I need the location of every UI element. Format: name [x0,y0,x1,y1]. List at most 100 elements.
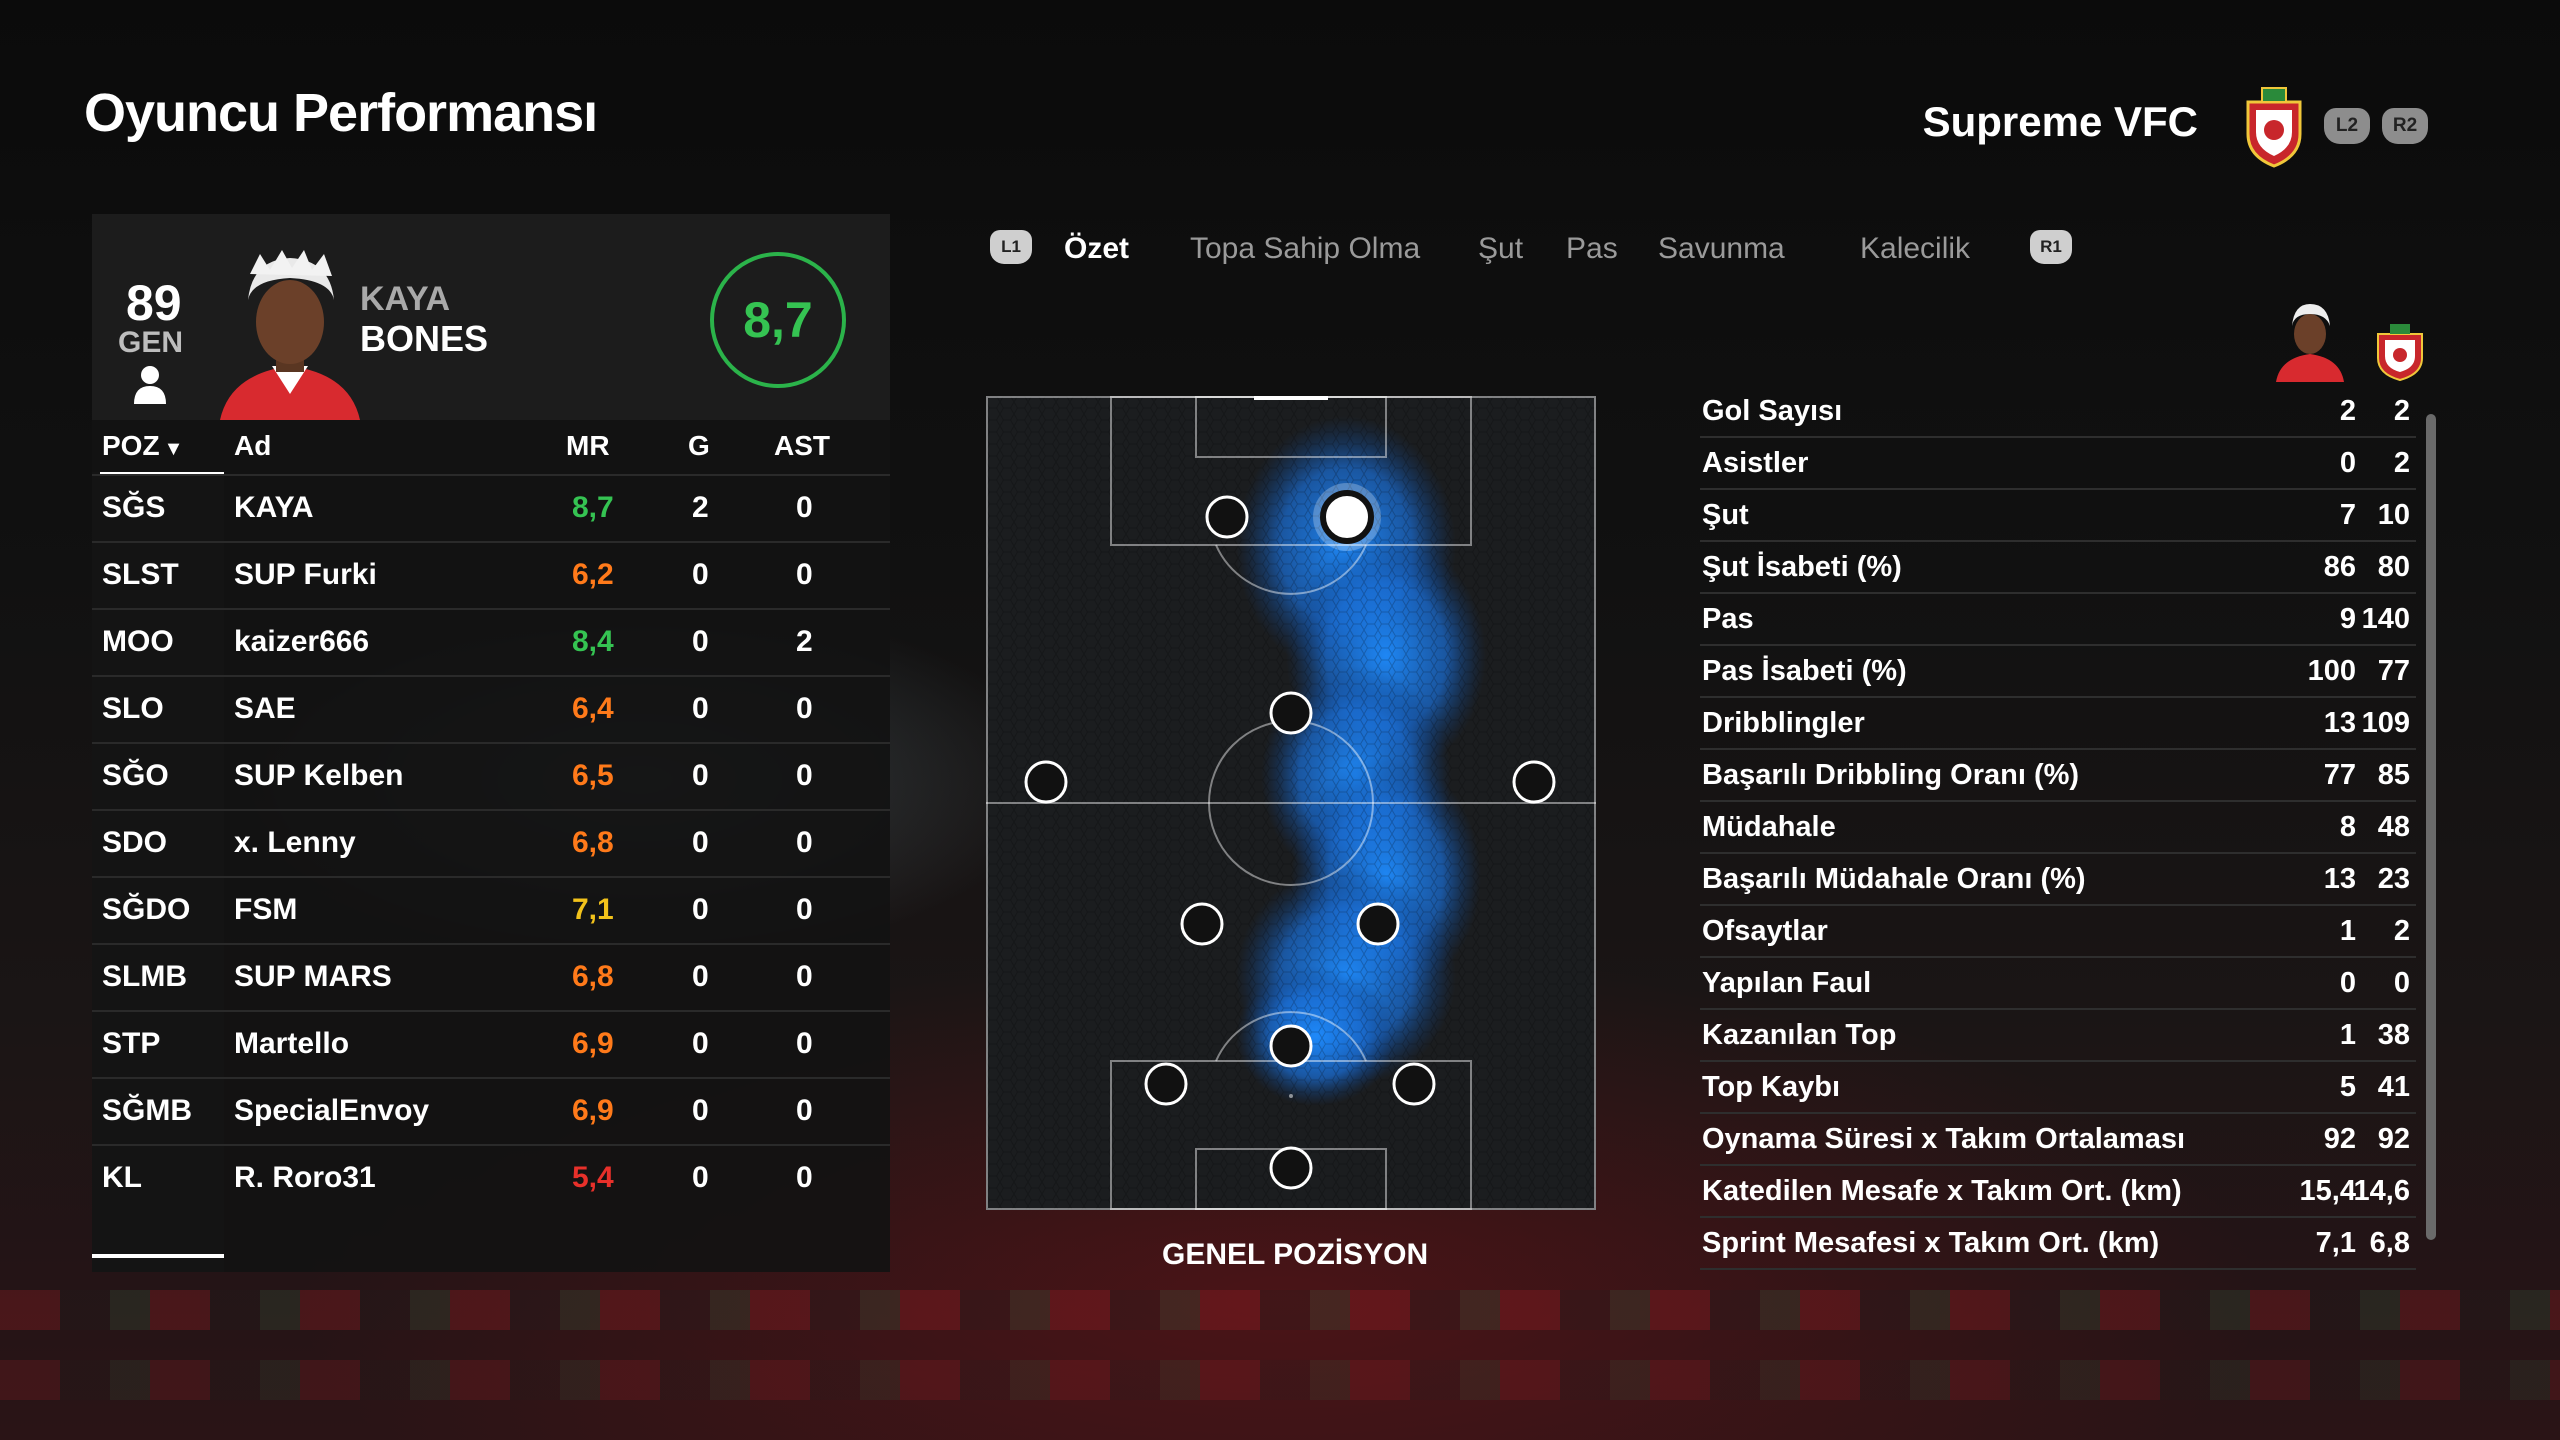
goal-top [1254,396,1328,400]
row-assists: 0 [796,491,813,524]
row-match-rating: 6,2 [572,558,614,591]
center-spot [1289,1094,1293,1098]
table-row[interactable]: SĞO SUP Kelben 6,5 0 0 [92,742,890,809]
stat-row: Dribblingler 13 109 [1700,698,2416,750]
stat-row: Başarılı Müdahale Oranı (%) 13 23 [1700,854,2416,906]
row-player-name: FSM [234,893,298,926]
position-marker [1024,760,1068,804]
name-header[interactable]: Ad [234,424,271,468]
stat-row: Ofsaytlar 1 2 [1700,906,2416,958]
r2-button[interactable]: R2 [2382,108,2428,144]
position-marker [1269,1146,1313,1190]
stat-team-value: 140 [2361,603,2410,635]
stat-team-value: 0 [2393,967,2410,999]
table-row[interactable]: MOO kaizer666 8,4 0 2 [92,608,890,675]
stat-player-value: 92 [2323,1123,2356,1155]
table-row[interactable]: SDO x. Lenny 6,8 0 0 [92,809,890,876]
match-rating-badge: 8,7 [710,252,846,388]
table-row[interactable]: KL R. Roro31 5,4 0 0 [92,1144,890,1211]
r1-button[interactable]: R1 [2030,230,2072,264]
stat-team-value: 2 [2393,447,2410,479]
row-position: SĞDO [102,893,191,926]
stat-team-value: 14,6 [2353,1175,2410,1207]
table-row[interactable]: SLST SUP Furki 6,2 0 0 [92,541,890,608]
stats-scrollbar[interactable] [2426,414,2436,1240]
table-row[interactable]: SĞMB SpecialEnvoy 6,9 0 0 [92,1077,890,1144]
table-row[interactable]: SĞS KAYA 8,7 2 0 [92,474,890,541]
stat-label: Sprint Mesafesi x Takım Ort. (km) [1702,1227,2160,1259]
stadium-stand-decoration [0,1290,2560,1330]
stat-player-value: 5 [2339,1071,2356,1103]
row-goals: 0 [692,692,709,725]
stat-player-value: 8 [2339,811,2356,843]
l1-button[interactable]: L1 [990,230,1032,264]
row-goals: 0 [692,1027,709,1060]
stat-label: Asistler [1702,447,1809,479]
row-match-rating: 7,1 [572,893,614,926]
stat-label: Başarılı Müdahale Oranı (%) [1702,863,2086,895]
table-row[interactable]: SLMB SUP MARS 6,8 0 0 [92,943,890,1010]
stat-row: Yapılan Faul 0 0 [1700,958,2416,1010]
stat-label: Kazanılan Top [1702,1019,1897,1051]
stat-player-value: 1 [2339,915,2356,947]
player-table: SĞS KAYA 8,7 2 0 SLST SUP Furki 6,2 0 0 MOO kaizer6… [92,474,890,1211]
stat-label: Yapılan Faul [1702,967,1872,999]
player-last-name: BONES [360,318,489,359]
row-position: SĞMB [102,1094,192,1127]
page-title: Oyuncu Performansı [84,83,598,143]
stat-row: Sprint Mesafesi x Takım Ort. (km) 7,1 6,8 [1700,1218,2416,1270]
stat-label: Katedilen Mesafe x Takım Ort. (km) [1702,1175,2182,1207]
tab-2[interactable]: Şut [1478,232,1523,266]
stat-label: Şut İsabeti (%) [1702,551,1902,583]
row-player-name: Martello [234,1027,350,1060]
row-match-rating: 6,4 [572,692,614,725]
stadium-stand-decoration [0,1360,2560,1400]
l2-button[interactable]: L2 [2324,108,2370,144]
poz-column-underline [92,1254,224,1258]
table-row[interactable]: SLO SAE 6,4 0 0 [92,675,890,742]
row-player-name: SUP MARS [234,960,392,993]
stat-team-value: 80 [2377,551,2410,583]
row-match-rating: 5,4 [572,1161,614,1194]
tab-5[interactable]: Kalecilik [1860,232,1970,266]
player-overall: 89 [126,275,182,331]
stat-team-value: 77 [2377,655,2410,687]
selected-player-marker [1320,490,1374,544]
stat-row: Top Kaybı 5 41 [1700,1062,2416,1114]
stat-player-value: 2 [2339,395,2356,427]
stat-label: Pas [1702,603,1754,635]
row-assists: 0 [796,692,813,725]
row-match-rating: 6,9 [572,1094,614,1127]
table-row[interactable]: SĞDO FSM 7,1 0 0 [92,876,890,943]
poz-header[interactable]: POZ ▼ [102,424,183,471]
position-marker [1356,902,1400,946]
row-match-rating: 6,8 [572,960,614,993]
stat-label: Müdahale [1702,811,1836,843]
row-assists: 2 [796,625,813,658]
stat-label: Şut [1702,499,1749,531]
table-row[interactable]: STP Martello 6,9 0 0 [92,1010,890,1077]
goals-header[interactable]: G [688,424,710,468]
row-position: SĞS [102,491,166,524]
row-match-rating: 8,4 [572,625,614,658]
tab-3[interactable]: Pas [1566,232,1618,266]
assists-header[interactable]: AST [774,424,830,468]
tab-4[interactable]: Savunma [1658,232,1785,266]
row-position: SĞO [102,759,169,792]
tab-1[interactable]: Topa Sahip Olma [1190,232,1420,266]
tab-0[interactable]: Özet [1064,232,1129,266]
stat-player-value: 9 [2339,603,2356,635]
stat-player-value: 13 [2323,863,2356,895]
stat-row: Kazanılan Top 1 38 [1700,1010,2416,1062]
table-header: POZ ▼ Ad MR G AST [92,424,890,472]
mr-header[interactable]: MR [566,424,610,468]
stat-label: Ofsaytlar [1702,915,1828,947]
row-assists: 0 [796,893,813,926]
stat-player-value: 1 [2339,1019,2356,1051]
player-avatar [2276,304,2344,382]
stat-label: Oynama Süresi x Takım Ortalaması [1702,1123,2186,1155]
stat-team-value: 2 [2393,395,2410,427]
stat-player-value: 100 [2307,655,2356,687]
position-marker [1180,902,1224,946]
stat-player-value: 15,4 [2299,1175,2356,1207]
